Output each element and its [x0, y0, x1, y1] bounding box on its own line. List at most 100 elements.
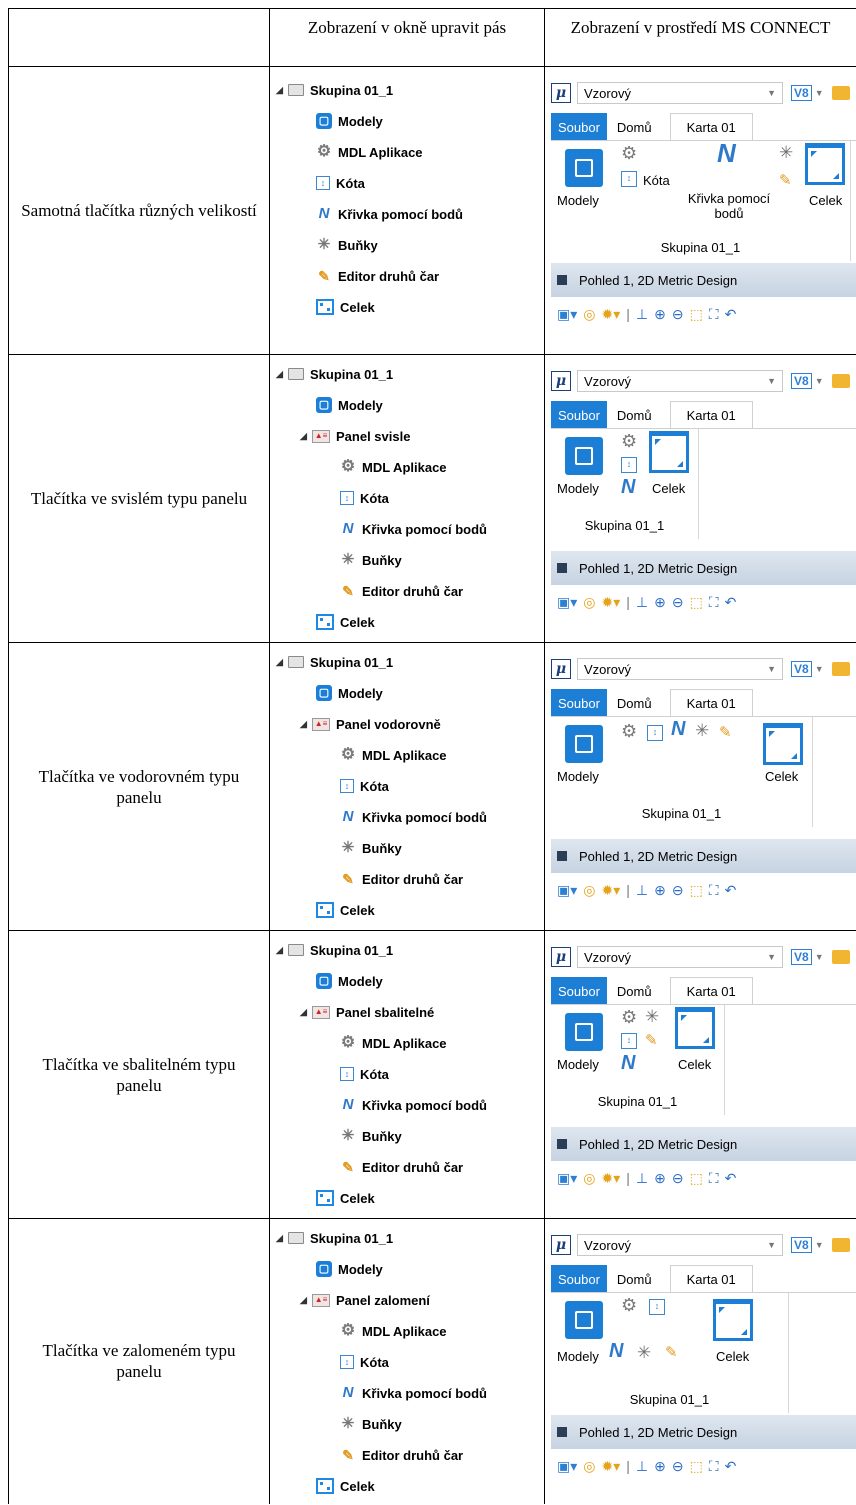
line-style-icon[interactable]: ✎ [719, 725, 732, 741]
dimension-icon[interactable]: ↕ [621, 171, 637, 187]
dimension-icon[interactable]: ↕ [649, 1299, 665, 1315]
folder-icon[interactable] [831, 662, 850, 676]
tree-node-celek[interactable]: Celek [316, 899, 375, 921]
fit-view-icon[interactable] [763, 723, 803, 765]
tab-karta-01[interactable]: Karta 01 [669, 113, 753, 141]
cells-icon[interactable]: ✳ [645, 1008, 659, 1025]
update-view-icon[interactable]: ⊥ [636, 1458, 648, 1475]
rotate-view-icon[interactable]: ↶ [725, 1458, 737, 1475]
tree-node-mdl[interactable]: ⚙ MDL Aplikace [316, 141, 423, 163]
gear-icon[interactable]: ⚙ [621, 1008, 637, 1026]
view-attributes-icon[interactable]: ▣▾ [557, 306, 577, 323]
display-style-icon[interactable]: ◎ [583, 1458, 595, 1475]
tree-node-kota[interactable]: ↕ Kóta [340, 775, 389, 797]
fit-view-icon[interactable]: ⛶ [709, 882, 719, 899]
fit-view-icon[interactable] [805, 143, 845, 185]
rotate-view-icon[interactable]: ↶ [725, 594, 737, 611]
tree-node-krivka[interactable]: N Křivka pomocí bodů [340, 806, 487, 828]
tree-node-models[interactable]: ▢ Modely [316, 110, 383, 132]
gear-icon[interactable]: ⚙ [621, 1296, 637, 1314]
tree-node-bunky[interactable]: ✳ Buňky [340, 1125, 402, 1147]
zoom-out-icon[interactable]: ⊖ [672, 594, 684, 611]
update-view-icon[interactable]: ⊥ [636, 882, 648, 899]
curve-icon[interactable]: N [717, 140, 736, 166]
v8-icon[interactable]: V8 [791, 1237, 812, 1253]
dimension-icon[interactable]: ↕ [621, 457, 637, 473]
lighting-icon[interactable]: ✹▾ [601, 594, 620, 611]
tree-node-editor[interactable]: ✎ Editor druhů čar [316, 265, 439, 287]
tab-file[interactable]: Soubor [551, 689, 607, 717]
lighting-icon[interactable]: ✹▾ [601, 1458, 620, 1475]
tree-node-mdl[interactable]: ⚙ MDL Aplikace [340, 1032, 447, 1054]
tree-node-panel[interactable]: ◢ ▲≡ Panel vodorovně [300, 713, 441, 735]
update-view-icon[interactable]: ⊥ [636, 306, 648, 323]
tree-node-celek[interactable]: Celek [316, 296, 375, 318]
display-style-icon[interactable]: ◎ [583, 1170, 595, 1187]
tab-home[interactable]: Domů [607, 401, 662, 429]
v8-icon[interactable]: V8 [791, 661, 812, 677]
v8-icon[interactable]: V8 [791, 85, 812, 101]
update-view-icon[interactable]: ⊥ [636, 1170, 648, 1187]
workspace-combo[interactable]: Vzorový ▼ [577, 82, 783, 104]
tree-node-group[interactable]: ◢ Skupina 01_1 [276, 1227, 393, 1249]
curve-icon[interactable]: N [609, 1341, 623, 1361]
tab-karta-01[interactable]: Karta 01 [669, 689, 753, 717]
dimension-icon[interactable]: ↕ [647, 725, 663, 741]
tree-node-group[interactable]: ◢ Skupina 01_1 [276, 363, 393, 385]
workspace-combo[interactable]: Vzorový ▼ [577, 1234, 783, 1256]
workspace-combo[interactable]: Vzorový ▼ [577, 946, 783, 968]
tree-node-editor[interactable]: ✎ Editor druhů čar [340, 868, 463, 890]
cells-icon[interactable]: ✳ [779, 144, 793, 161]
fit-view-icon[interactable]: ⛶ [709, 594, 719, 611]
tree-node-mdl[interactable]: ⚙ MDL Aplikace [340, 744, 447, 766]
tree-node-bunky[interactable]: ✳ Buňky [340, 1413, 402, 1435]
tree-node-bunky[interactable]: ✳ Buňky [316, 234, 378, 256]
fit-view-icon[interactable]: ⛶ [709, 1170, 719, 1187]
zoom-in-icon[interactable]: ⊕ [654, 1458, 666, 1475]
tree-node-models[interactable]: ▢ Modely [316, 970, 383, 992]
tree-node-kota[interactable]: ↕ Kóta [340, 1063, 389, 1085]
lighting-icon[interactable]: ✹▾ [601, 882, 620, 899]
tree-node-celek[interactable]: Celek [316, 1475, 375, 1497]
tree-node-panel[interactable]: ◢ ▲≡ Panel zalomení [300, 1289, 430, 1311]
line-style-icon[interactable]: ✎ [645, 1033, 658, 1049]
zoom-out-icon[interactable]: ⊖ [672, 1170, 684, 1187]
folder-icon[interactable] [831, 86, 850, 100]
zoom-out-icon[interactable]: ⊖ [672, 1458, 684, 1475]
zoom-in-icon[interactable]: ⊕ [654, 594, 666, 611]
dimension-icon[interactable]: ↕ [621, 1033, 637, 1049]
models-button[interactable] [565, 437, 603, 475]
fit-view-icon[interactable] [675, 1007, 715, 1049]
workspace-combo[interactable]: Vzorový ▼ [577, 370, 783, 392]
v8-icon[interactable]: V8 [791, 373, 812, 389]
tree-node-krivka[interactable]: N Křivka pomocí bodů [340, 1382, 487, 1404]
folder-icon[interactable] [831, 1238, 850, 1252]
fit-view-icon[interactable]: ⛶ [709, 1458, 719, 1475]
gear-icon[interactable]: ⚙ [621, 144, 637, 162]
v8-icon[interactable]: V8 [791, 949, 812, 965]
lighting-icon[interactable]: ✹▾ [601, 306, 620, 323]
view-attributes-icon[interactable]: ▣▾ [557, 594, 577, 611]
gear-icon[interactable]: ⚙ [621, 722, 637, 740]
view-attributes-icon[interactable]: ▣▾ [557, 1170, 577, 1187]
folder-icon[interactable] [831, 950, 850, 964]
curve-icon[interactable]: N [671, 719, 685, 739]
line-style-icon[interactable]: ✎ [779, 173, 792, 189]
window-area-icon[interactable]: ⬚ [690, 594, 703, 611]
tab-file[interactable]: Soubor [551, 401, 607, 429]
tab-karta-01[interactable]: Karta 01 [669, 977, 753, 1005]
tree-node-bunky[interactable]: ✳ Buňky [340, 837, 402, 859]
tree-node-krivka[interactable]: N Křivka pomocí bodů [340, 518, 487, 540]
tree-node-models[interactable]: ▢ Modely [316, 1258, 383, 1280]
fit-view-icon[interactable]: ⛶ [709, 306, 719, 323]
tree-node-krivka[interactable]: N Křivka pomocí bodů [316, 203, 463, 225]
curve-icon[interactable]: N [621, 477, 635, 497]
window-area-icon[interactable]: ⬚ [690, 1458, 703, 1475]
tree-node-panel[interactable]: ◢ ▲≡ Panel sbalitelné [300, 1001, 434, 1023]
rotate-view-icon[interactable]: ↶ [725, 306, 737, 323]
rotate-view-icon[interactable]: ↶ [725, 882, 737, 899]
tree-node-editor[interactable]: ✎ Editor druhů čar [340, 1444, 463, 1466]
tree-node-kota[interactable]: ↕ Kóta [340, 1351, 389, 1373]
tab-home[interactable]: Domů [607, 977, 662, 1005]
tree-node-panel[interactable]: ◢ ▲≡ Panel svisle [300, 425, 410, 447]
